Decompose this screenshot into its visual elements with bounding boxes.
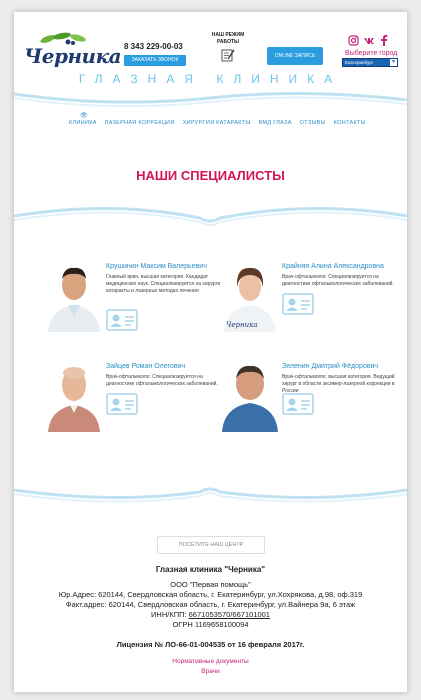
doctor-name[interactable]: Зеленин Дмитрий Фёдорович xyxy=(282,363,378,370)
footer-inn: ИНН/КПП: 6671053570/667101001 xyxy=(14,610,407,620)
nav-item-laser[interactable]: Лазерная коррекция xyxy=(105,120,175,126)
schedule-pencil-icon xyxy=(221,49,235,62)
nav-item-reviews[interactable]: Отзывы xyxy=(300,120,326,126)
doctor-card[interactable]: Зайцев Роман Олегович Врач-офтальмолог. … xyxy=(44,357,234,447)
chevron-down-icon: ▼ xyxy=(390,59,397,66)
logo-text: Черника xyxy=(24,44,122,68)
footer: Глазная клиника "Черника" ООО "Первая по… xyxy=(14,562,407,677)
nav-item-amd[interactable]: ВМД глаза xyxy=(259,120,292,126)
footer-inn-label: ИНН/КПП: xyxy=(151,610,189,619)
doctor-description: Врач-офтальмолог, высшая категория. Веду… xyxy=(282,374,395,394)
city-select-value: Екатеринбург xyxy=(345,60,374,65)
header-wave-divider xyxy=(14,91,407,108)
doctor-name[interactable]: Крушинин Максим Валерьевич xyxy=(106,263,207,270)
doctor-card[interactable]: Черника Крайняя Алина Александровна Врач… xyxy=(220,257,407,347)
section-wave-divider xyxy=(14,207,407,226)
doctor-photo: Черника xyxy=(220,257,280,332)
home-eye-icon[interactable]: 👁 xyxy=(80,112,88,119)
visit-center-button[interactable]: Посетите наш центр xyxy=(157,536,265,554)
main-nav: 👁 Клиника Лазерная коррекция Хирургия ка… xyxy=(14,112,407,152)
footer-doctors-link[interactable]: Врачи xyxy=(14,667,407,677)
footer-clinic-name: Глазная клиника "Черника" xyxy=(155,565,266,574)
facebook-icon[interactable] xyxy=(378,35,389,46)
doctor-description: Врач-офтальмолог. Специализируется на ди… xyxy=(106,374,218,387)
vk-icon[interactable] xyxy=(363,35,374,46)
bottom-wave-divider xyxy=(14,487,407,503)
id-card-icon[interactable] xyxy=(106,393,138,415)
doctor-photo xyxy=(44,357,104,432)
svg-text:Черника: Черника xyxy=(226,321,258,329)
header: Черника 8 343 229-00-03 Заказать звонок … xyxy=(14,12,407,112)
id-card-icon[interactable] xyxy=(106,309,138,331)
footer-actual-address: Факт.адрес: 620144, Свердловская область… xyxy=(65,600,356,609)
instagram-icon[interactable] xyxy=(348,35,359,46)
footer-ogrn: ОГРН 1169658100094 xyxy=(172,620,249,629)
footer-license: Лицензия № ЛО-66-01-004535 от 16 февраля… xyxy=(116,640,305,649)
nav-item-clinic[interactable]: Клиника xyxy=(69,120,97,126)
city-select[interactable]: Екатеринбург ▼ xyxy=(342,58,398,67)
doctor-photo xyxy=(44,257,104,332)
order-call-button[interactable]: Заказать звонок xyxy=(124,55,186,66)
footer-legal-address: Юр.Адрес: 620144, Свердловская область, … xyxy=(58,590,363,599)
doctor-description: Врач-офтальмолог. Специализируется на ди… xyxy=(282,274,394,287)
page: Черника 8 343 229-00-03 Заказать звонок … xyxy=(14,12,407,692)
doctor-photo xyxy=(220,357,280,432)
doctor-description: Главный врач, высшая категория. Кандидат… xyxy=(106,274,224,294)
social-links xyxy=(348,35,389,46)
phone-number[interactable]: 8 343 229-00-03 xyxy=(124,42,183,51)
doctor-name[interactable]: Зайцев Роман Олегович xyxy=(106,363,185,370)
city-label: Выберите город xyxy=(345,50,398,57)
schedule-block[interactable]: Наш режим работы xyxy=(210,32,246,67)
footer-docs-link[interactable]: Нормативные документы xyxy=(14,657,407,667)
nav-item-contacts[interactable]: Контакты xyxy=(334,120,366,126)
doctor-card[interactable]: Зеленин Дмитрий Фёдорович Врач-офтальмол… xyxy=(220,357,407,447)
footer-company: ООО "Первая помощь" xyxy=(170,580,251,589)
nav-item-cataract[interactable]: Хирургия катаракты xyxy=(183,120,251,126)
schedule-title: Наш режим работы xyxy=(211,32,245,45)
id-card-icon[interactable] xyxy=(282,393,314,415)
id-card-icon[interactable] xyxy=(282,293,314,315)
doctor-card[interactable]: Крушинин Максим Валерьевич Главный врач,… xyxy=(44,257,234,347)
doctor-name[interactable]: Крайняя Алина Александровна xyxy=(282,263,384,270)
section-title: Наши специалисты xyxy=(136,168,285,183)
logo[interactable]: Черника xyxy=(24,30,122,78)
footer-inn-link[interactable]: 6671053570/667101001 xyxy=(189,610,270,619)
online-booking-button[interactable]: Online запись xyxy=(267,47,323,65)
